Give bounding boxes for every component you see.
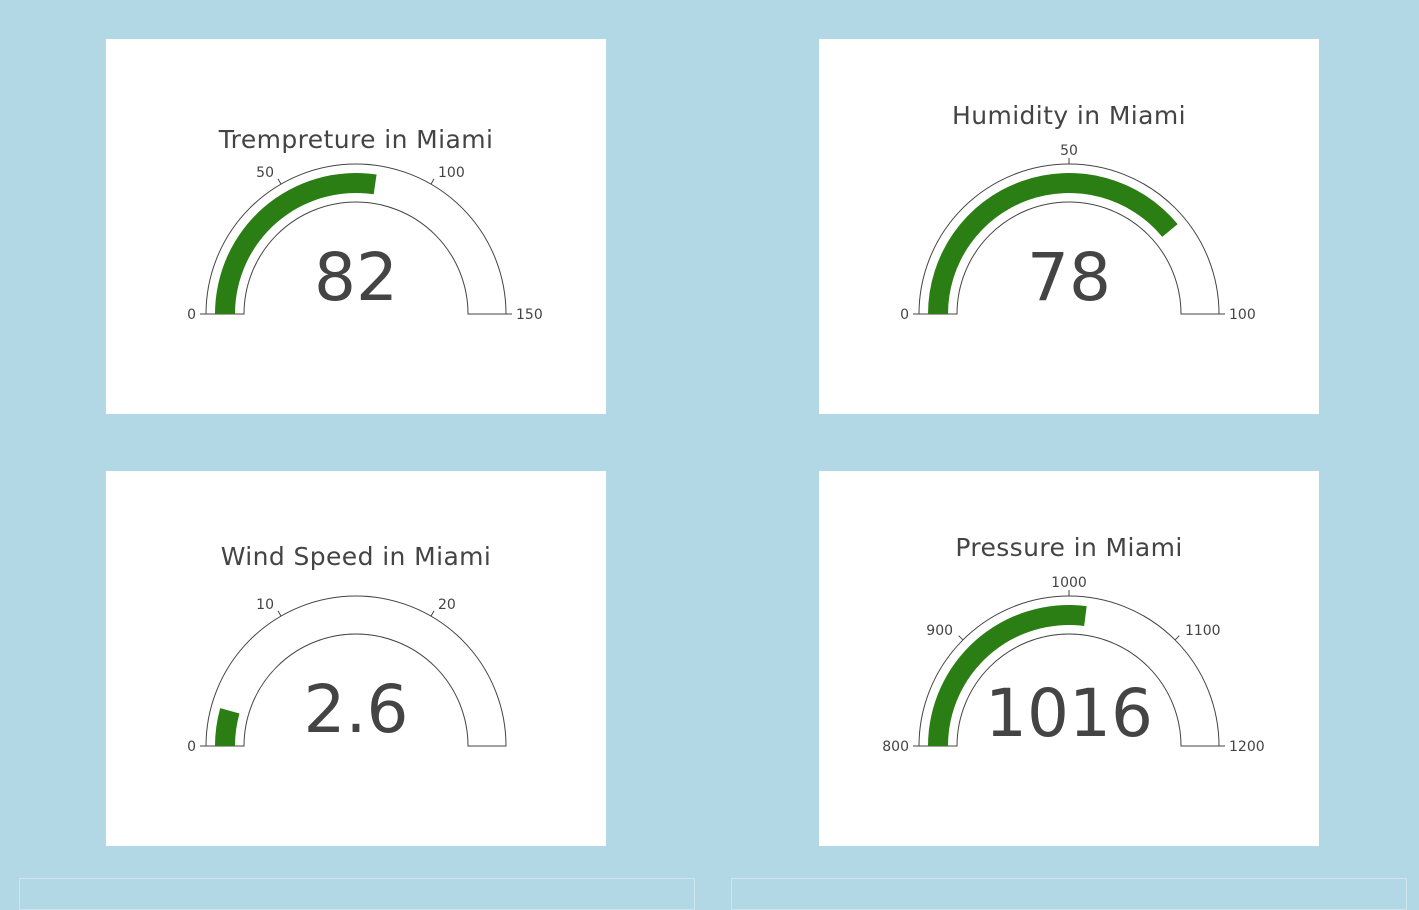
bottom-panel-left (19, 878, 695, 910)
gauge-value-number: 82 (314, 239, 398, 316)
gauge-value-number: 1016 (985, 675, 1153, 752)
gauge-tick (277, 610, 282, 617)
gauge-tick-label: 900 (926, 623, 953, 639)
gauge-tick-label: 800 (882, 739, 909, 755)
gauge-tick-label: 100 (1229, 307, 1256, 323)
gauge-tick (1174, 635, 1180, 641)
gauge-tick-label: 100 (438, 165, 465, 181)
temperature-gauge: Trempreture in Miami 0 50 100 150 82 (187, 125, 543, 323)
gauge-title: Pressure in Miami (955, 533, 1182, 562)
gauge-tick (958, 635, 964, 641)
bottom-panel-right (731, 878, 1407, 910)
gauge-title: Trempreture in Miami (218, 125, 494, 154)
temperature-gauge-card: Trempreture in Miami 0 50 100 150 82 (106, 39, 606, 414)
gauge-title: Humidity in Miami (952, 101, 1186, 130)
gauge-tick-label: 1100 (1185, 623, 1221, 639)
wind-speed-gauge-card: Wind Speed in Miami 0 10 20 2.6 (106, 471, 606, 846)
wind-speed-gauge: Wind Speed in Miami 0 10 20 2.6 (187, 542, 507, 755)
gauge-tick (430, 610, 435, 617)
gauge-tick-label: 50 (1060, 143, 1078, 159)
gauge-value-number: 78 (1027, 239, 1111, 316)
gauge-tick-label: 0 (900, 307, 909, 323)
humidity-gauge-card: Humidity in Miami 0 50 100 78 (819, 39, 1319, 414)
gauge-value-number: 2.6 (304, 671, 409, 748)
pressure-gauge: Pressure in Miami 800 900 1000 1100 1200 1016 (882, 533, 1265, 755)
gauge-tick (277, 178, 282, 185)
pressure-gauge-card: Pressure in Miami 800 900 1000 1100 1200 1016 (819, 471, 1319, 846)
gauge-tick-label: 20 (438, 597, 456, 613)
gauge-tick (430, 178, 435, 185)
gauge-tick-label: 1000 (1051, 575, 1087, 591)
gauge-title: Wind Speed in Miami (221, 542, 492, 571)
humidity-gauge: Humidity in Miami 0 50 100 78 (900, 101, 1256, 323)
gauge-tick-label: 150 (516, 307, 543, 323)
gauge-tick-label: 50 (256, 165, 274, 181)
gauge-tick-label: 0 (187, 739, 196, 755)
gauge-tick-label: 10 (256, 597, 274, 613)
gauge-tick-label: 1200 (1229, 739, 1265, 755)
gauge-tick-label: 0 (187, 307, 196, 323)
